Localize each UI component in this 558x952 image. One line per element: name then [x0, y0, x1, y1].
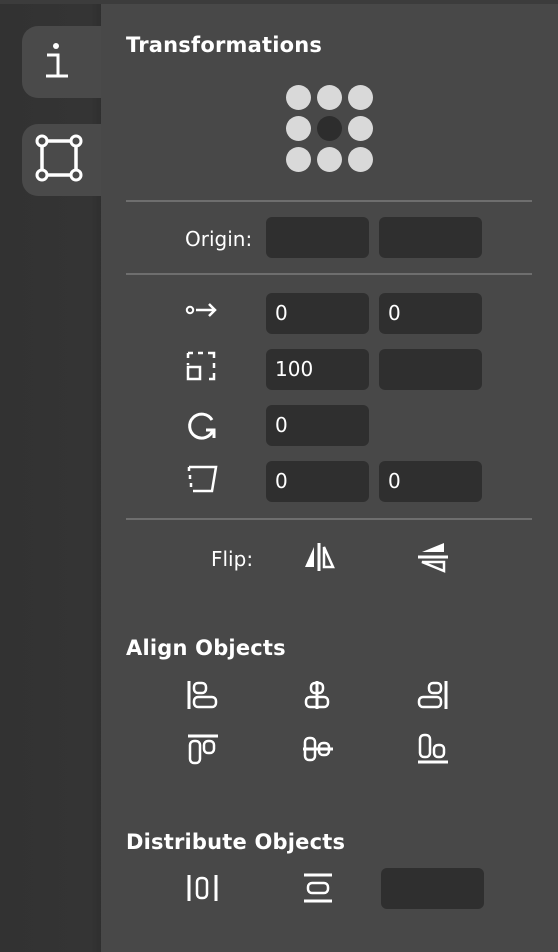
- anchor-bottom-right[interactable]: [348, 147, 373, 172]
- tab-transform[interactable]: [22, 124, 104, 196]
- anchor-bottom-left[interactable]: [286, 147, 311, 172]
- position-arrow-icon: [185, 300, 219, 320]
- align-top-icon[interactable]: [186, 733, 220, 765]
- transform-box-icon: [22, 133, 84, 187]
- anchor-middle-left[interactable]: [286, 116, 311, 141]
- divider: [126, 273, 532, 275]
- anchor-top-center[interactable]: [317, 85, 342, 110]
- align-center-vertical-icon[interactable]: [301, 733, 335, 765]
- info-icon: [22, 38, 78, 86]
- distribute-objects-heading: Distribute Objects: [126, 830, 346, 854]
- anchor-top-right[interactable]: [348, 85, 373, 110]
- align-right-icon[interactable]: [416, 679, 450, 711]
- rotate-field[interactable]: 0: [266, 405, 369, 446]
- distribute-vertical-icon[interactable]: [301, 872, 335, 904]
- align-center-horizontal-icon[interactable]: [301, 679, 335, 711]
- origin-y-field[interactable]: [379, 217, 482, 258]
- scale-width-field[interactable]: 100: [266, 349, 369, 390]
- flip-horizontal-icon[interactable]: [302, 541, 336, 573]
- origin-label: Origin:: [185, 227, 253, 251]
- anchor-top-left[interactable]: [286, 85, 311, 110]
- anchor-center[interactable]: [317, 116, 342, 141]
- align-left-icon[interactable]: [186, 679, 220, 711]
- transformations-heading: Transformations: [126, 33, 323, 57]
- align-objects-heading: Align Objects: [126, 636, 286, 660]
- position-x-field[interactable]: 0: [266, 293, 369, 334]
- origin-x-field[interactable]: [266, 217, 369, 258]
- flip-label: Flip:: [211, 547, 254, 571]
- scale-icon: [185, 350, 219, 382]
- anchor-bottom-center[interactable]: [317, 147, 342, 172]
- distribute-spacing-field[interactable]: [381, 868, 484, 909]
- anchor-middle-right[interactable]: [348, 116, 373, 141]
- scale-height-field[interactable]: [379, 349, 482, 390]
- divider: [126, 200, 532, 202]
- skew-x-field[interactable]: 0: [266, 461, 369, 502]
- align-bottom-icon[interactable]: [416, 733, 450, 765]
- divider: [126, 518, 532, 520]
- skew-y-field[interactable]: 0: [379, 461, 482, 502]
- distribute-horizontal-icon[interactable]: [186, 872, 220, 904]
- skew-icon: [185, 464, 219, 494]
- tab-info[interactable]: [22, 26, 104, 98]
- rotate-icon: [186, 410, 218, 442]
- position-y-field[interactable]: 0: [379, 293, 482, 334]
- flip-vertical-icon[interactable]: [416, 541, 450, 573]
